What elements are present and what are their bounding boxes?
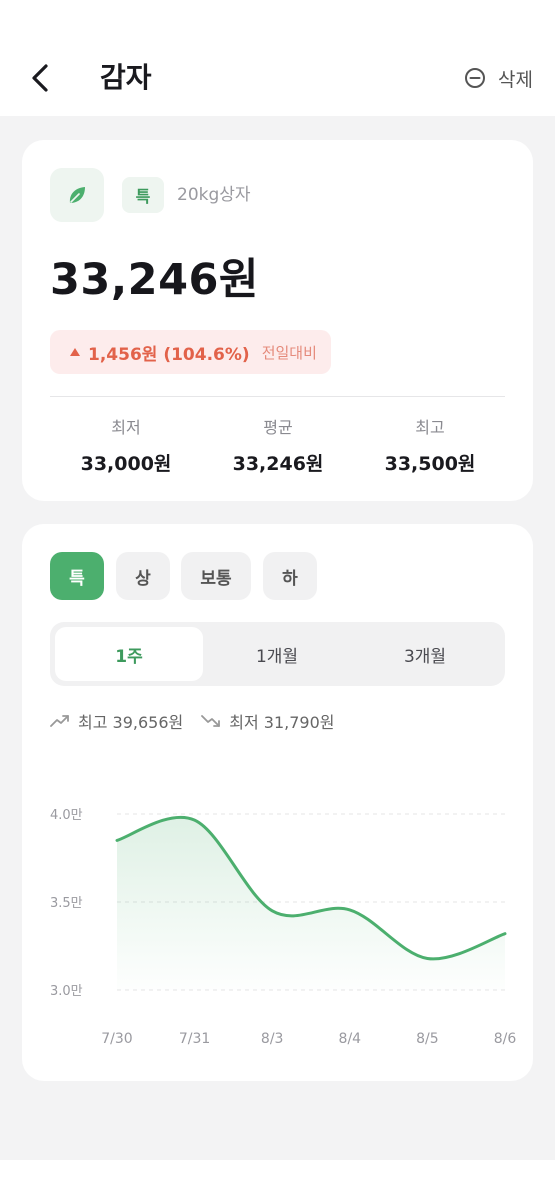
y-tick-label: 4.0만 xyxy=(50,808,83,823)
grade-badge: 특 xyxy=(122,177,164,213)
app-header: 감자 삭제 xyxy=(0,0,555,116)
chevron-left-icon xyxy=(32,64,48,92)
delete-button[interactable]: 삭제 xyxy=(464,62,533,94)
change-amount: 1,456원 (104.6%) xyxy=(88,344,250,365)
divider xyxy=(50,396,505,397)
page-title: 감자 xyxy=(100,61,152,94)
x-tick-label: 8/4 xyxy=(339,1031,362,1047)
stat-min: 최저 33,000원 xyxy=(56,416,196,478)
stat-max-value: 33,500원 xyxy=(384,453,476,475)
stat-min-label: 최저 xyxy=(111,418,141,437)
stat-avg-value: 33,246원 xyxy=(232,453,324,475)
current-price: 33,246원 xyxy=(50,255,259,305)
price-summary-card: 특 20kg상자 33,246원 1,456원 (104.6%) 전일대비 최저… xyxy=(22,140,533,501)
change-compare-label: 전일대비 xyxy=(261,343,317,362)
price-chart-card: 특 상 보통 하 1주 1개월 3개월 최고 39,656원 최저 31,790… xyxy=(22,524,533,1081)
y-tick-label: 3.5만 xyxy=(50,896,83,911)
stat-max: 최고 33,500원 xyxy=(360,416,500,478)
x-tick-label: 7/31 xyxy=(179,1031,210,1047)
unit-text: 20kg상자 xyxy=(177,185,251,205)
price-change-badge: 1,456원 (104.6%) 전일대비 xyxy=(50,330,331,374)
delete-label: 삭제 xyxy=(498,68,533,91)
stat-min-value: 33,000원 xyxy=(80,453,172,475)
back-button[interactable] xyxy=(22,58,58,98)
minus-circle-icon xyxy=(465,68,486,88)
price-chart: 3.0만 3.5만 4.0만 7/30 7/31 8/3 8/4 8/5 8/6 xyxy=(50,808,517,1047)
stat-avg-label: 평균 xyxy=(263,418,293,437)
stat-max-label: 최고 xyxy=(415,418,445,437)
x-tick-label: 8/3 xyxy=(261,1031,284,1047)
stat-avg: 평균 33,246원 xyxy=(208,416,348,478)
produce-icon-box xyxy=(50,168,104,222)
leaf-icon xyxy=(69,187,85,203)
x-tick-label: 7/30 xyxy=(101,1031,132,1047)
x-tick-label: 8/6 xyxy=(494,1031,517,1047)
x-tick-label: 8/5 xyxy=(416,1031,439,1047)
bottom-area xyxy=(0,1160,555,1200)
y-tick-label: 3.0만 xyxy=(50,984,83,999)
series-area xyxy=(117,817,505,990)
triangle-up-icon xyxy=(70,348,80,356)
